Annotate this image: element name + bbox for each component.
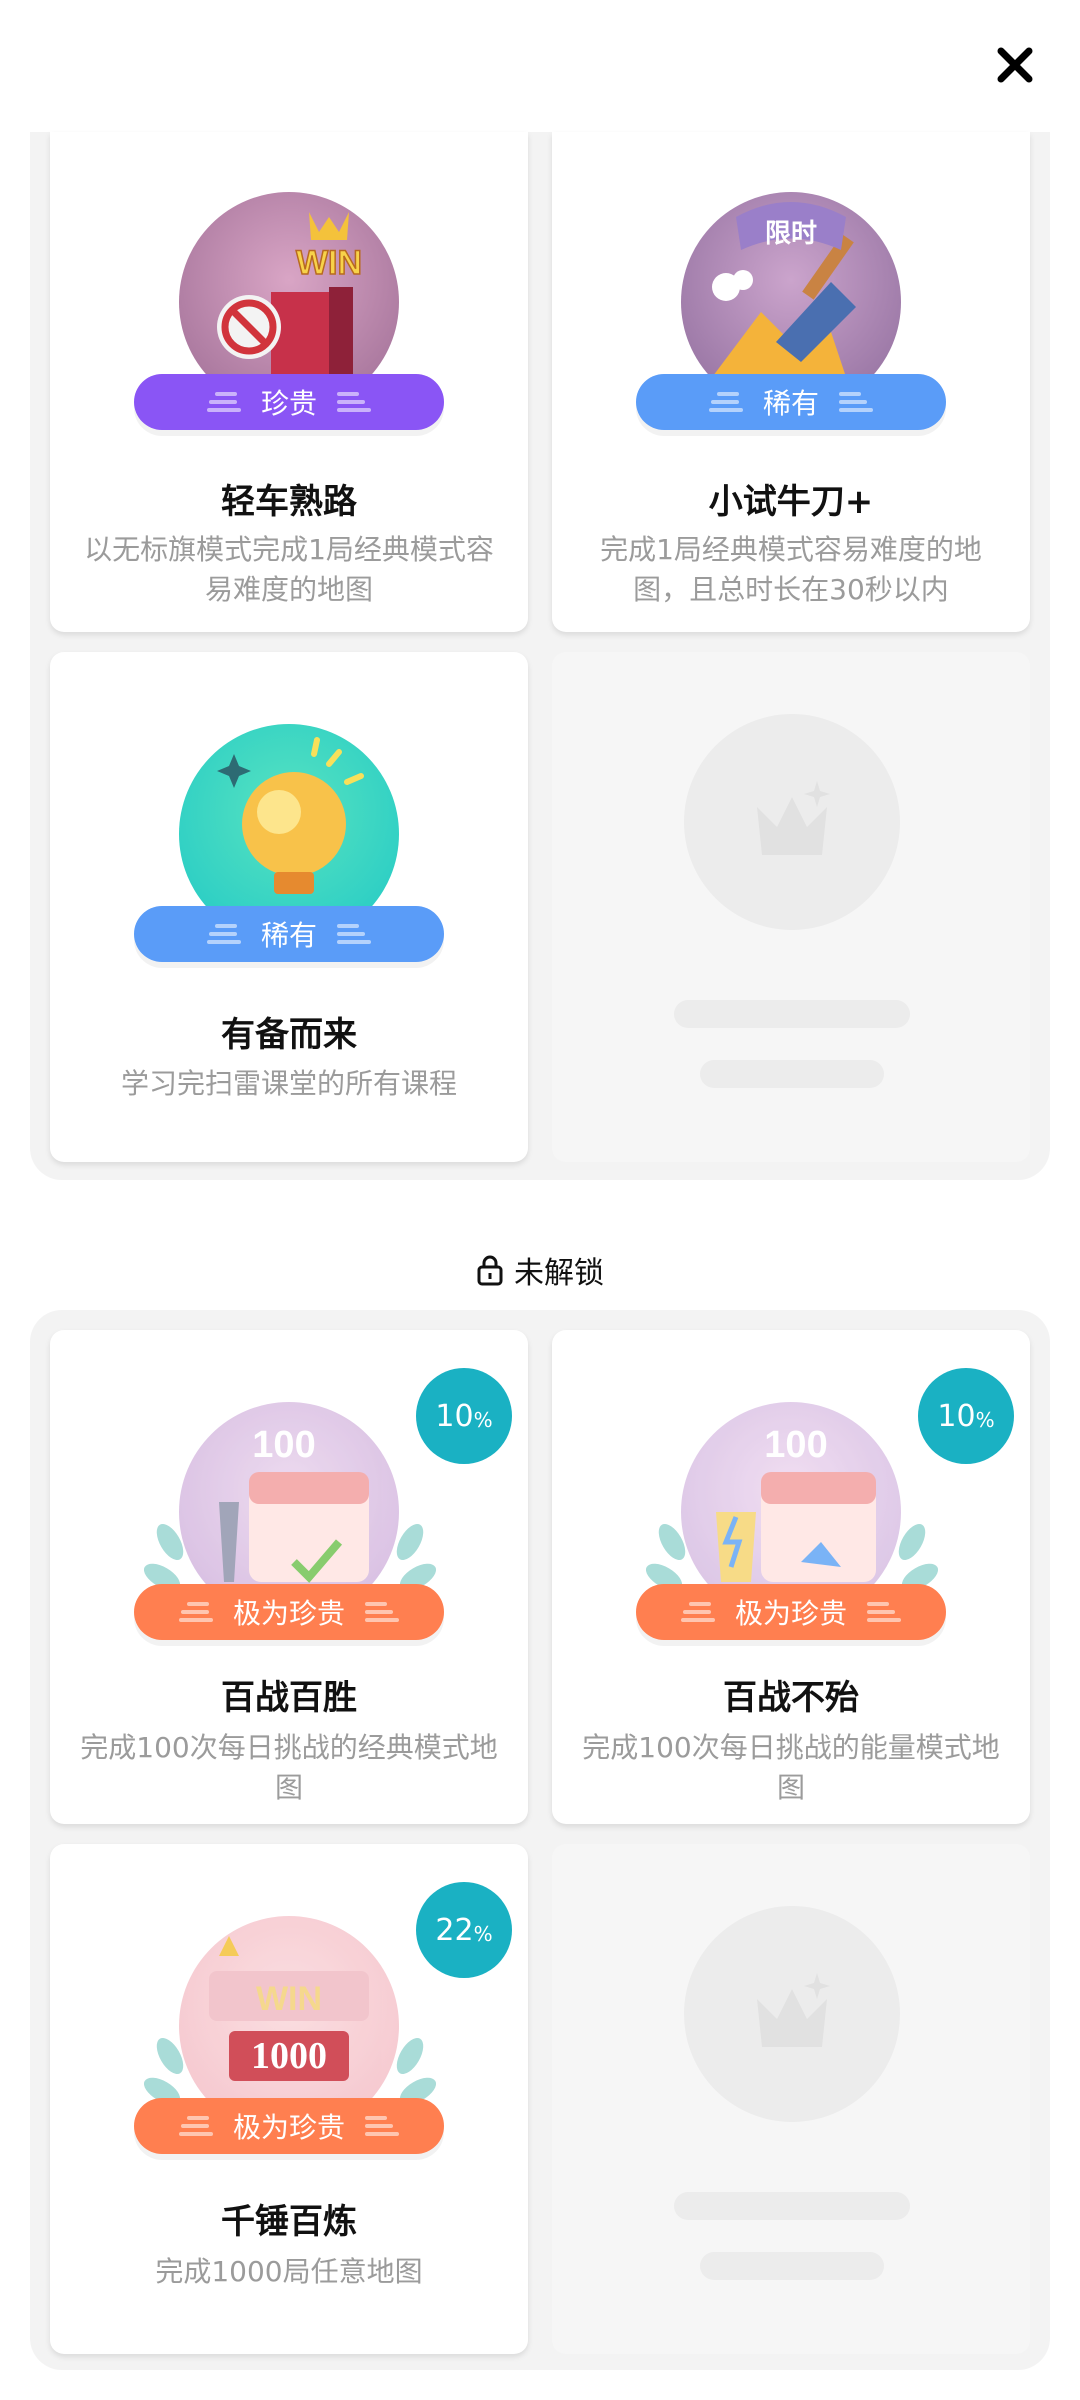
rarity-bars-icon [206,924,241,944]
close-button[interactable] [990,40,1040,90]
medal-text: 100 [252,1424,315,1466]
achievement-title: 小试牛刀+ [708,482,874,522]
crown-placeholder-icon [757,1973,830,2047]
medal-text: 限时 [765,219,817,249]
achievement-description: 学习完扫雷课堂的所有课程 [120,1067,457,1100]
locked-section-label: 未解锁 [0,1248,1080,1292]
achievement-title: 千锤百炼 [221,2202,357,2242]
locked-section-title: 未解锁 [514,1256,604,1291]
rarity-bars-icon [708,392,743,412]
rarity-bars-icon [839,392,873,412]
achievement-title: 百战百胜 [221,1678,357,1718]
rarity-label: 珍贵 [260,387,317,420]
achievement-description: 完成1000局任意地图 [155,2255,423,2288]
rarity-bars-icon [337,924,371,944]
rarity-bars-icon [680,1602,715,1622]
medal-text: 100 [764,1424,827,1466]
achievement-description: 完成1局经典模式容易难度的地图，且总时长在30秒以内 [600,533,982,606]
rarity-bars-icon [178,1602,213,1622]
placeholder-title-bar [674,2192,910,2220]
rarity-bars-icon [867,1602,901,1622]
lock-icon [477,1255,503,1286]
achievement-card[interactable]: 限时 稀有 小试牛刀+ 完成1局经典模式容易难度的地图，且总时长在30秒以内 [552,132,1030,632]
achievement-title: 百战不殆 [723,1678,859,1718]
rarity-badge: 稀有 [636,374,946,430]
rarity-label: 极为珍贵 [232,2111,345,2144]
achievement-description: 以无标旗模式完成1局经典模式容易难度的地图 [84,533,494,606]
crown-placeholder-icon [757,781,830,855]
placeholder-desc-bar [700,1060,884,1088]
placeholder-badge [684,1906,900,2122]
achievement-card[interactable]: WIN 珍贵 轻车熟路 以无标旗模式完成1局经典模式容易难度的地图 [50,132,528,632]
placeholder-title-bar [674,1000,910,1028]
unlocked-achievements-panel: WIN 珍贵 轻车熟路 以无标旗模式完成1局经典模式容易难度的地图 限时 稀有 … [30,132,1050,1180]
achievement-title: 轻车熟路 [221,482,357,522]
rarity-badge: 稀有 [134,906,444,962]
achievement-title: 有备而来 [221,1015,357,1055]
rarity-badge: 极为珍贵 [636,1584,946,1640]
achievement-card[interactable]: 10% 100 [552,1330,1030,1824]
achievement-card[interactable]: 稀有 有备而来 学习完扫雷课堂的所有课程 [50,652,528,1162]
rarity-label: 极为珍贵 [734,1597,847,1630]
achievement-description: 完成100次每日挑战的经典模式地图 [80,1731,498,1804]
locked-achievements-panel: 10% 100 极为珍贵 百战百胜 完成100次每日挑战的经典模式地图 10 %… [30,1310,1050,2370]
medal-text: WIN [296,244,362,282]
placeholder-card [552,652,1030,1162]
placeholder-desc-bar [700,2252,884,2280]
rarity-bars-icon [365,1602,399,1622]
rarity-badge: 珍贵 [134,374,444,430]
placeholder-badge [684,714,900,930]
rarity-label: 稀有 [260,919,317,952]
achievement-description: 完成100次每日挑战的能量模式地图 [582,1731,1000,1804]
rarity-bars-icon [337,392,371,412]
rarity-label: 稀有 [762,387,819,420]
achievement-card[interactable]: 22% WIN 1000 极为珍贵 千锤百炼 完成1000局任意地图 [50,1844,528,2354]
rarity-bars-icon [365,2116,399,2136]
rarity-bars-icon [206,392,241,412]
rarity-label: 极为珍贵 [232,1597,345,1630]
rarity-badge: 极为珍贵 [134,1584,444,1640]
achievement-card[interactable]: 10% 100 [50,1330,528,1824]
rarity-badge: 极为珍贵 [134,2098,444,2154]
placeholder-card [552,1844,1030,2354]
close-icon [997,47,1033,83]
rarity-bars-icon [178,2116,213,2136]
